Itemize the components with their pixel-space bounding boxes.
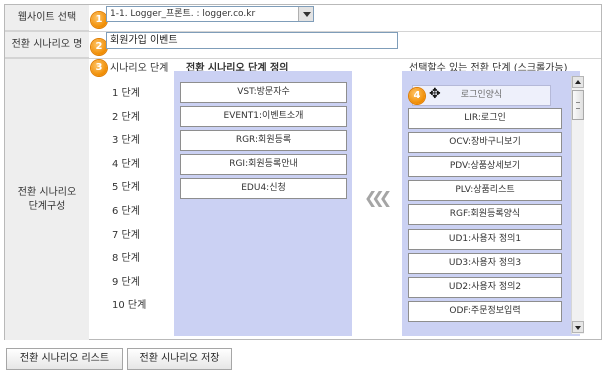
scenario-name-input[interactable]: 회원가입 이벤트 [106,32,398,49]
available-step-item[interactable]: PLV:상품리스트 [408,180,562,201]
website-label: 웹사이트 선택 [5,5,89,31]
available-step-item[interactable]: LIR:로그인 [408,108,562,129]
available-steps-panel[interactable]: 로그인양식 LIR:로그인 OCV:장바구니보기 PDV:상품상세보기 PLV:… [402,71,580,336]
step-badge-1: 1 [91,12,107,28]
step-number: 7 단계 [112,229,140,241]
defined-step-item[interactable]: RGR:회원등록 [180,130,347,151]
chevron-down-icon[interactable] [298,7,313,21]
step-config-label-line1: 전환 시나리오 [17,186,77,198]
scroll-up-icon[interactable] [572,76,584,88]
available-step-item[interactable]: UD2:사용자 정의2 [408,277,562,298]
defined-step-item[interactable]: VST:방문자수 [180,82,347,103]
available-step-item[interactable]: PDV:상품상세보기 [408,156,562,177]
website-select[interactable]: 1-1. Logger_프론트. : logger.co.kr [106,6,314,22]
step-badge-3: 3 [91,60,107,76]
step-number: 6 단계 [112,205,140,217]
scroll-down-icon[interactable] [572,321,584,333]
step-number: 5 단계 [112,182,140,194]
scenario-list-button[interactable]: 전환 시나리오 리스트 [6,348,123,370]
available-step-item[interactable]: UD1:사용자 정의1 [408,229,562,250]
step-badge-4: 4 [409,88,425,104]
step-number: 9 단계 [112,276,140,288]
double-chevron-left-icon: ❮❮❮ [364,188,392,207]
step-config-label-line2: 단계구성 [28,200,66,212]
scenario-save-button[interactable]: 전환 시나리오 저장 [127,348,232,370]
step-number: 2 단계 [112,111,140,123]
website-select-value: 1-1. Logger_프론트. : logger.co.kr [110,9,256,19]
scroll-thumb[interactable] [572,90,584,120]
step-number: 3 단계 [112,135,140,147]
move-cursor-icon: ✥ [429,86,441,102]
steps-header: 시나리오 단계 [110,63,169,74]
step-number-list: 1 단계 2 단계 3 단계 4 단계 5 단계 6 단계 7 단계 8 단계 … [112,82,152,318]
defined-step-item[interactable]: EVENT1:이벤트소개 [180,106,347,127]
defined-step-item[interactable]: RGI:회원등록안내 [180,154,347,175]
available-step-item[interactable]: RGF:회원등록양식 [408,204,562,225]
step-badge-2: 2 [91,39,107,55]
available-step-item[interactable]: UD3:사용자 정의3 [408,253,562,274]
defined-step-item[interactable]: EDU4:신청 [180,178,347,199]
scenario-name-label: 전환 시나리오 명 [5,32,89,58]
step-config-label: 전환 시나리오 단계구성 [5,59,89,340]
step-number: 8 단계 [112,253,140,265]
step-number: 10 단계 [112,300,147,312]
defined-steps-panel[interactable]: VST:방문자수 EVENT1:이벤트소개 RGR:회원등록 RGI:회원등록안… [174,71,352,336]
step-number: 1 단계 [112,88,140,99]
available-steps-scrollbar[interactable] [571,76,584,334]
available-step-item[interactable]: ODF:주문정보입력 [408,301,562,322]
step-number: 4 단계 [112,158,140,170]
available-step-item[interactable]: OCV:장바구니보기 [408,132,562,153]
